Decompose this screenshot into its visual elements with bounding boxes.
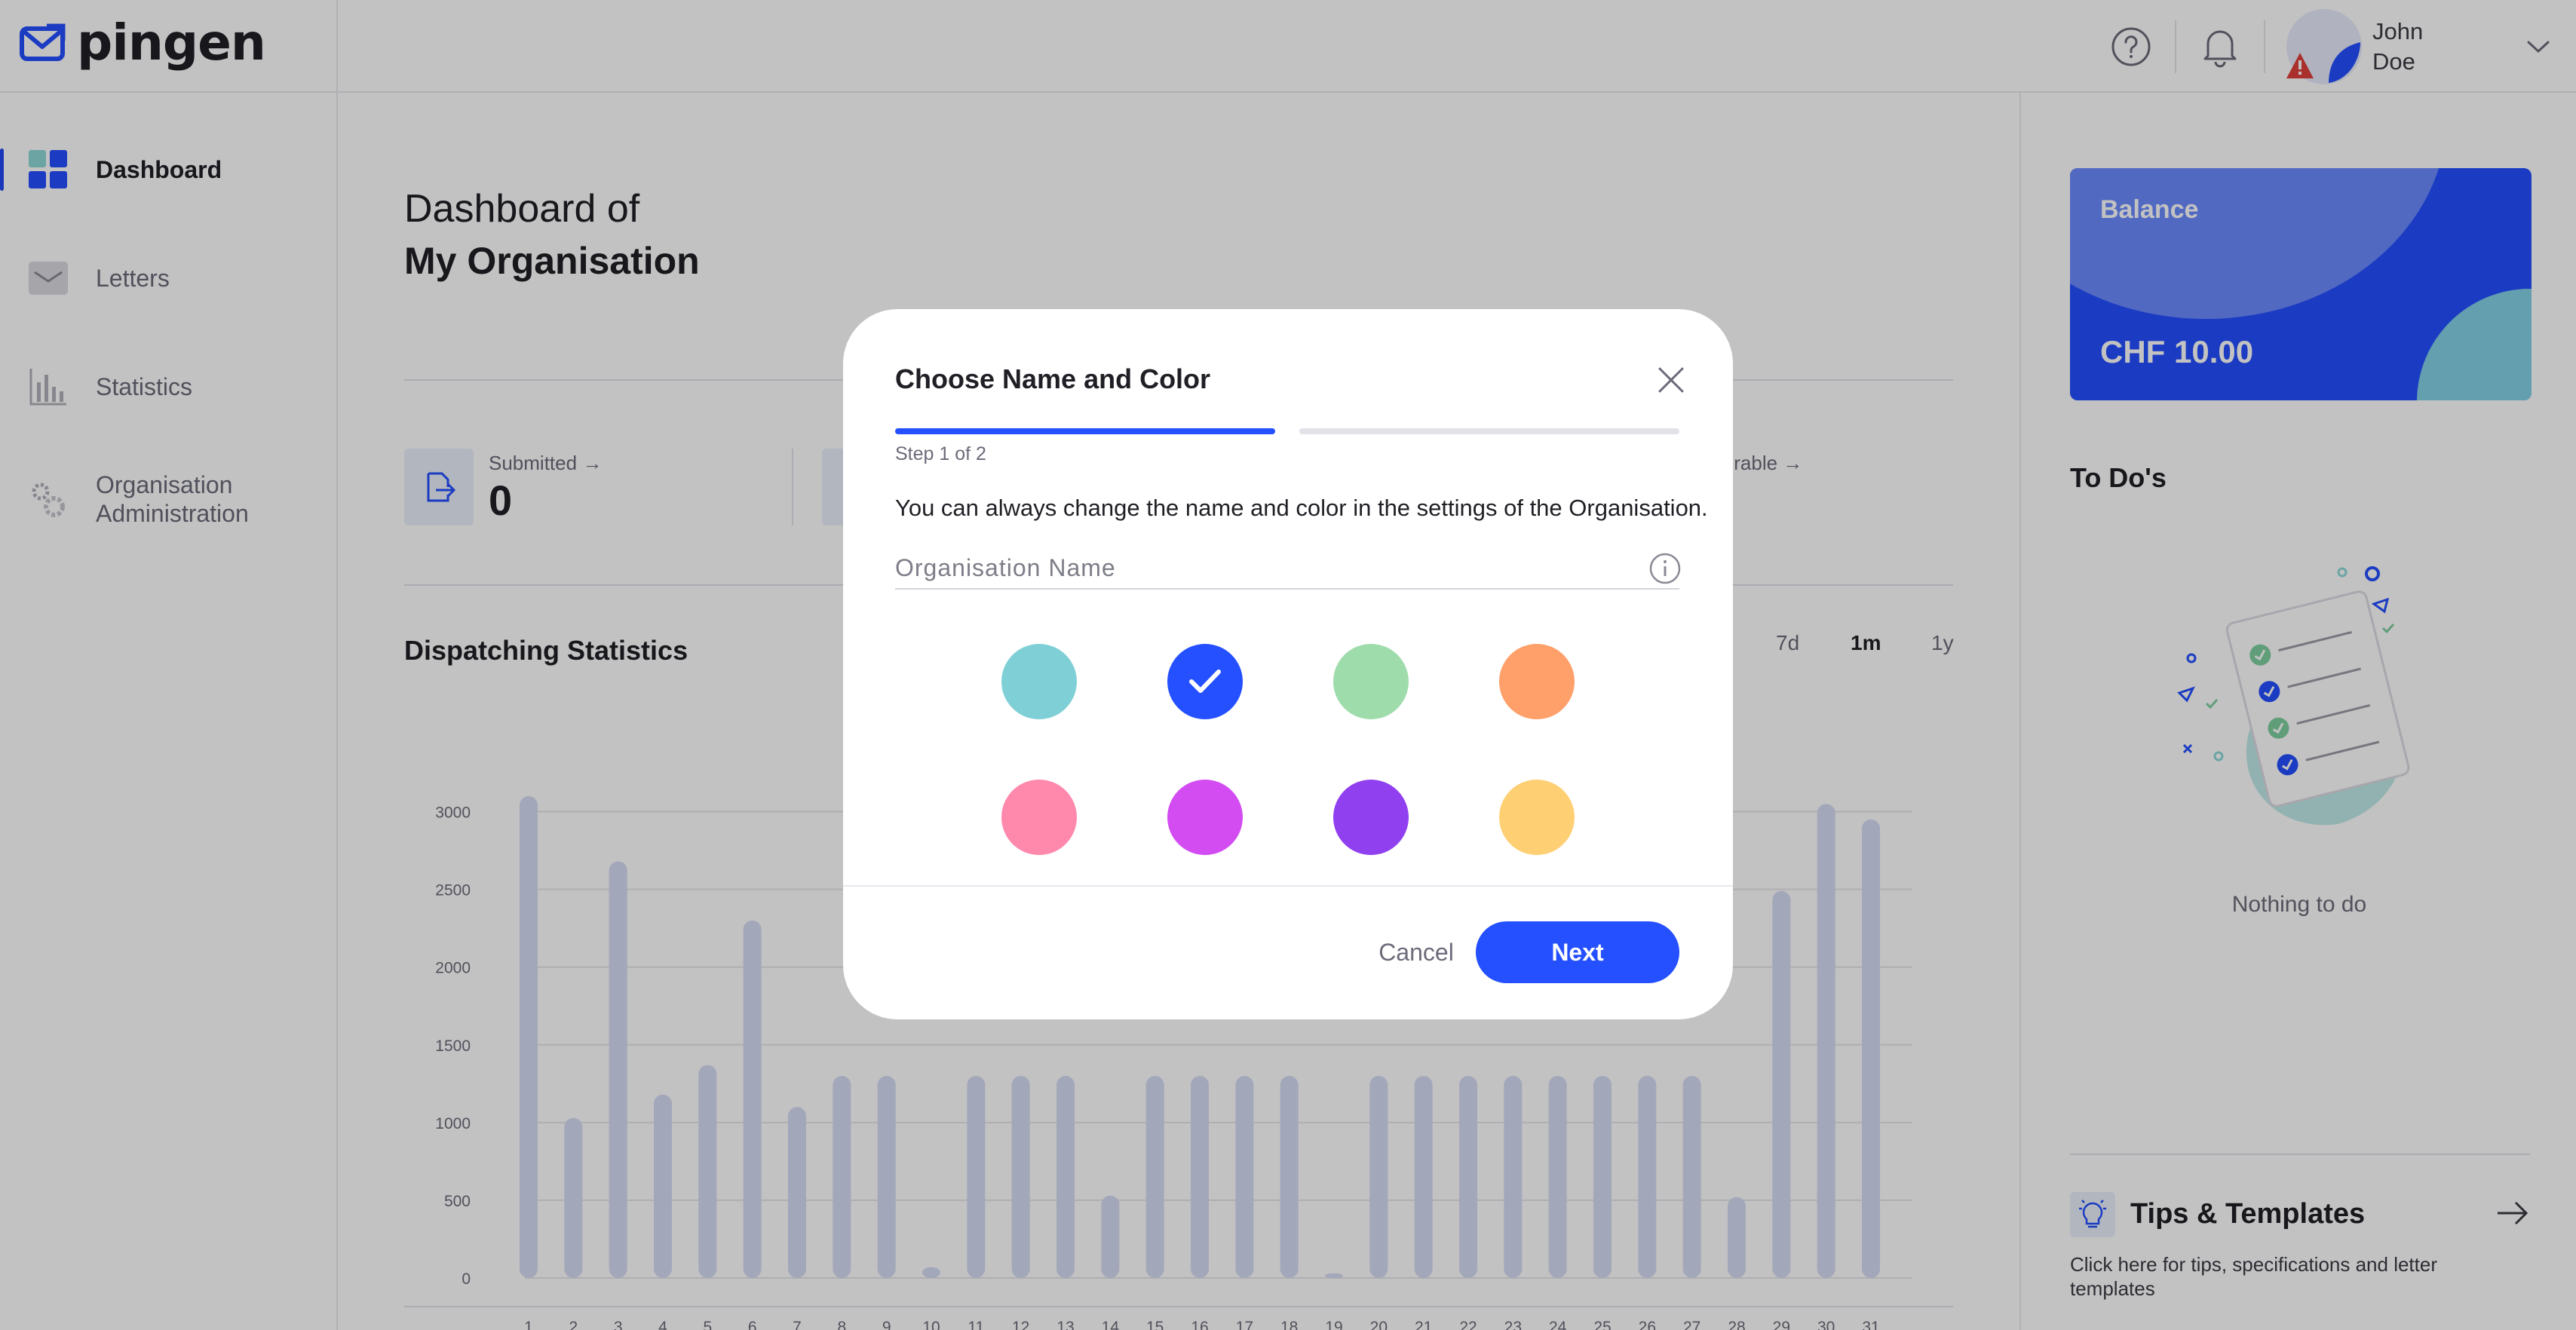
info-icon[interactable] bbox=[1648, 552, 1682, 585]
color-swatch-orange[interactable] bbox=[1499, 644, 1575, 719]
color-swatch-blue[interactable] bbox=[1167, 644, 1243, 719]
step-label: Step 1 of 2 bbox=[895, 443, 986, 464]
color-swatch-yellow[interactable] bbox=[1499, 780, 1575, 855]
color-swatch-magenta[interactable] bbox=[1167, 780, 1243, 855]
check-icon bbox=[1189, 670, 1221, 693]
dialog-title: Choose Name and Color bbox=[895, 363, 1211, 394]
choose-name-color-dialog: Choose Name and Color Step 1 of 2 You ca… bbox=[843, 309, 1733, 1019]
cancel-button[interactable]: Cancel bbox=[1363, 921, 1469, 983]
progress-step-1 bbox=[895, 428, 1275, 434]
close-icon[interactable] bbox=[1650, 359, 1692, 401]
progress-step-2 bbox=[1299, 428, 1679, 434]
next-button[interactable]: Next bbox=[1476, 921, 1679, 983]
dialog-footer-divider bbox=[843, 885, 1733, 887]
color-swatch-green[interactable] bbox=[1333, 644, 1409, 719]
color-swatch-purple[interactable] bbox=[1333, 780, 1409, 855]
color-swatch-pink[interactable] bbox=[1001, 780, 1077, 855]
color-swatch-teal[interactable] bbox=[1001, 644, 1077, 719]
organisation-name-input[interactable] bbox=[895, 547, 1679, 590]
dialog-description: You can always change the name and color… bbox=[895, 495, 1708, 521]
